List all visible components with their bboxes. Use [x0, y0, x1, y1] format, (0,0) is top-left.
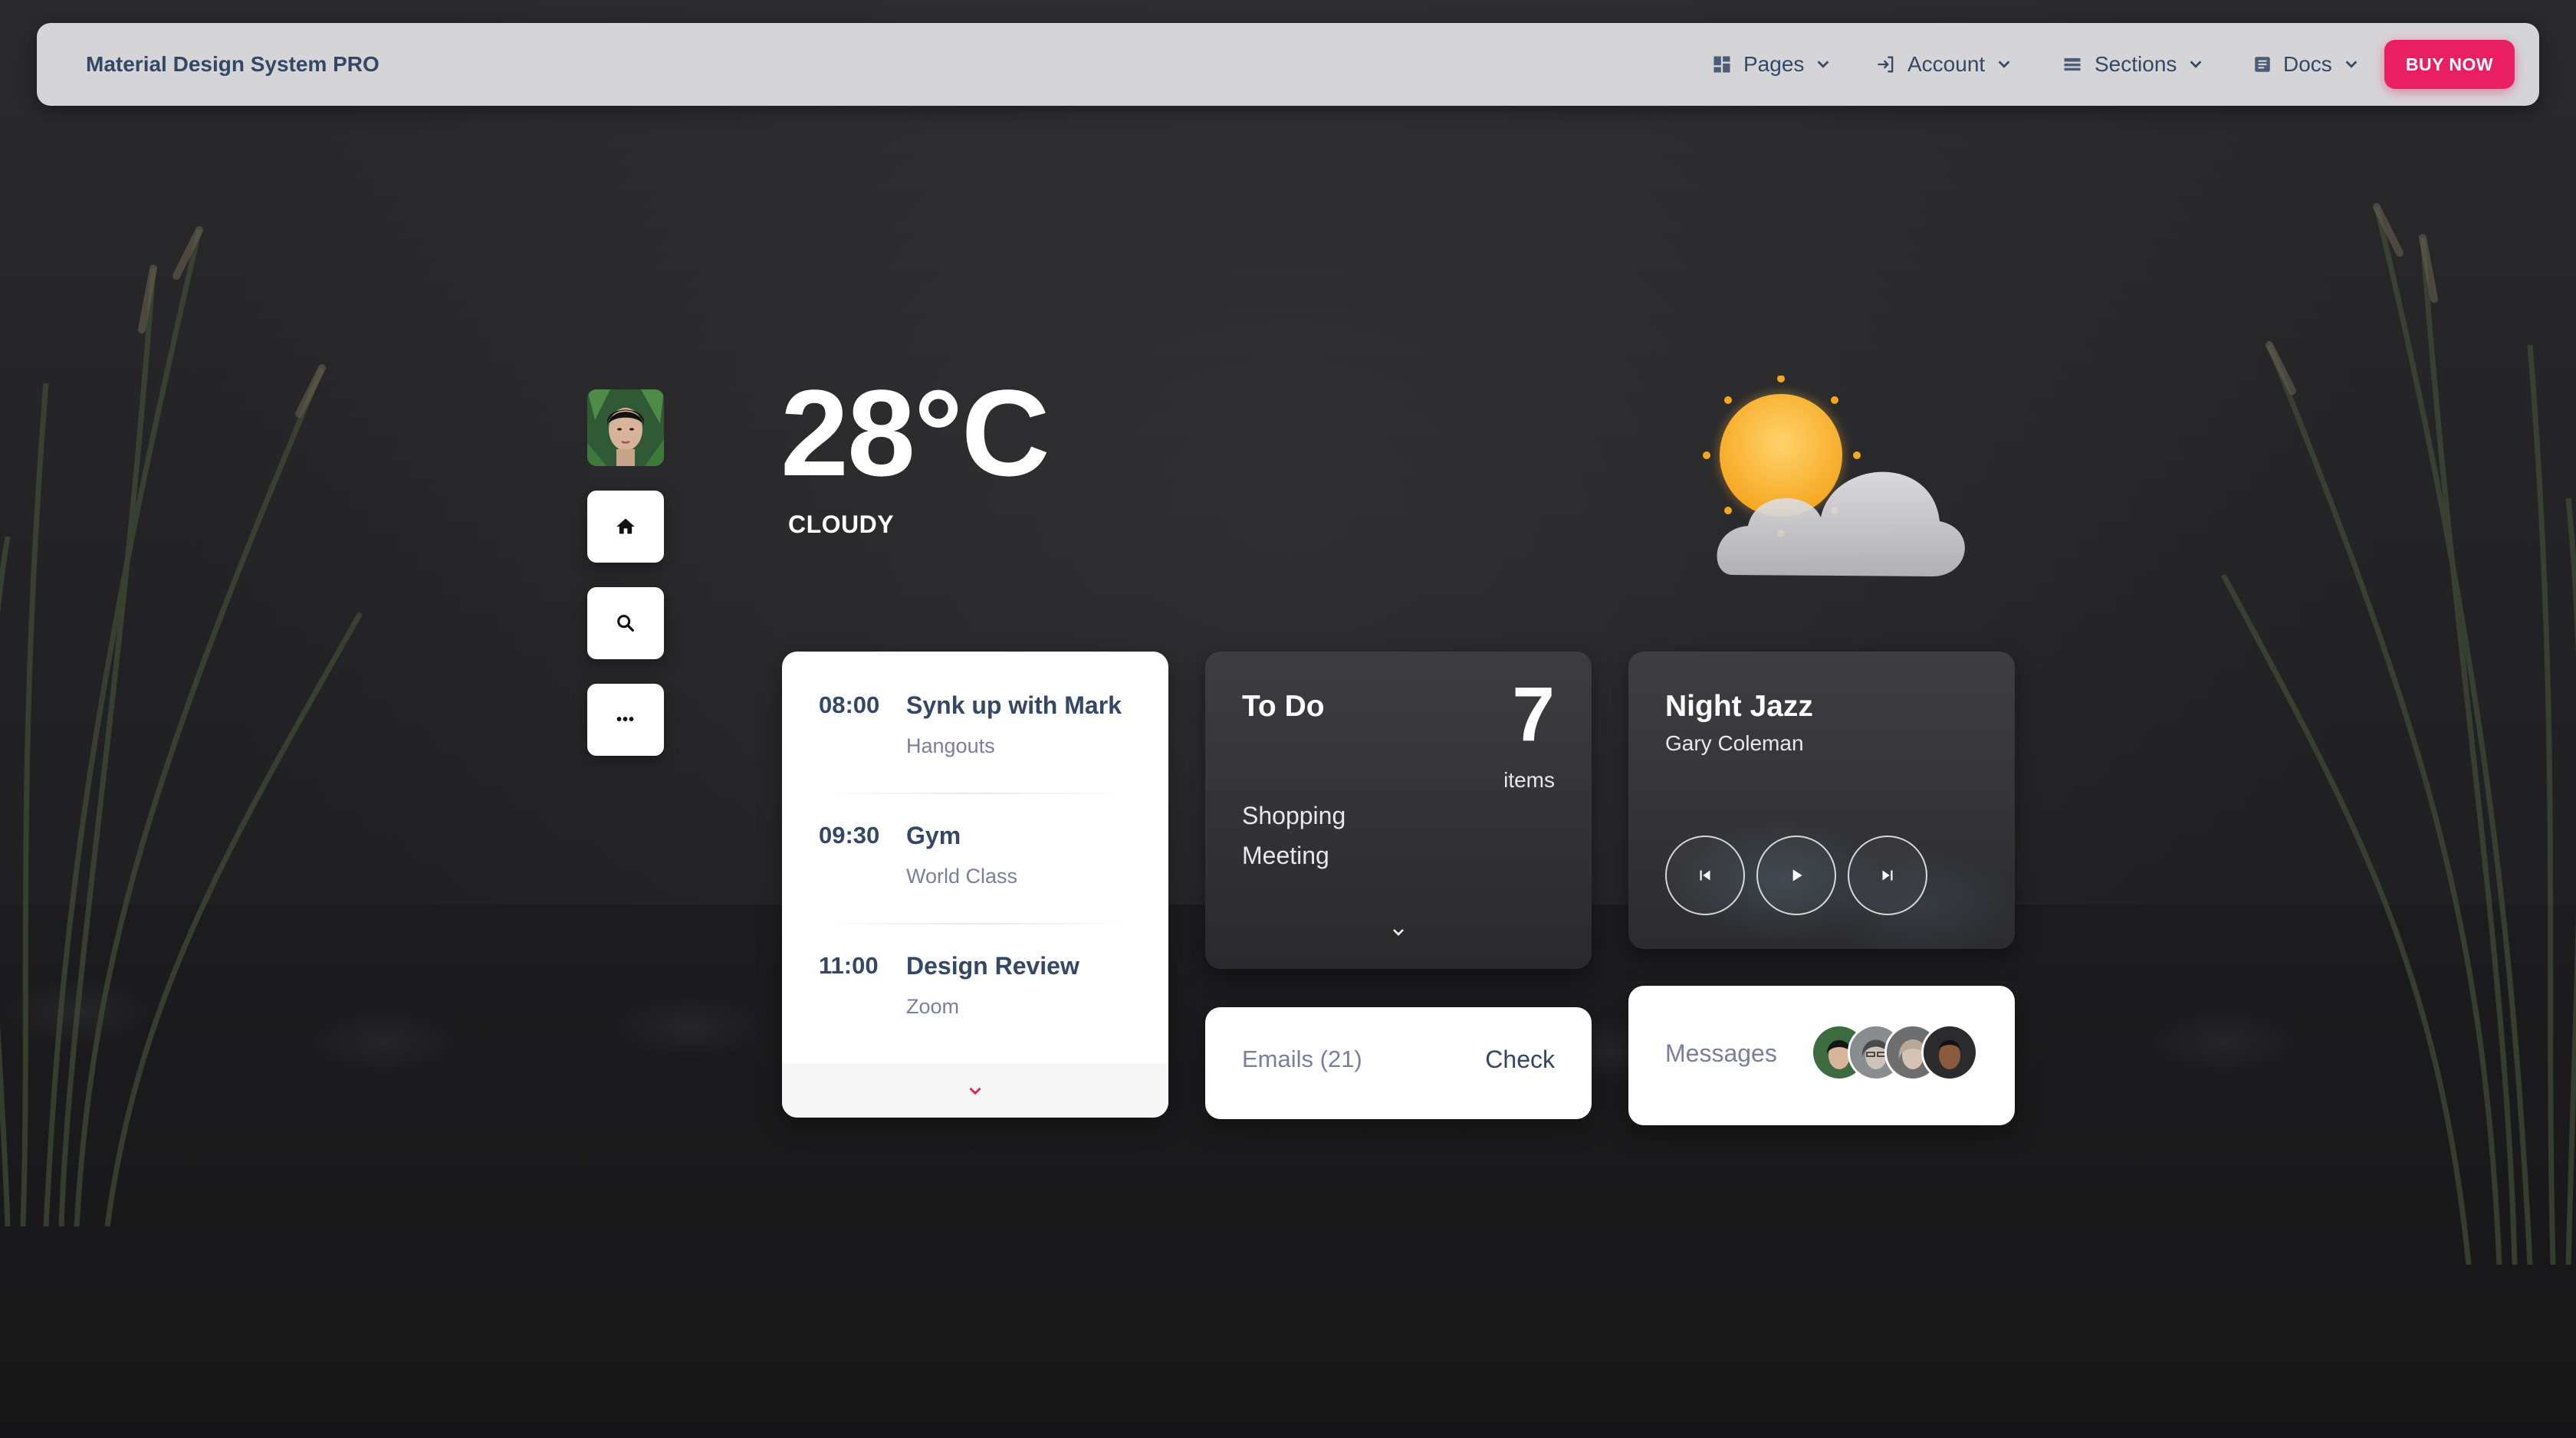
article-icon — [2255, 57, 2270, 72]
chevron-down-icon — [1998, 61, 2010, 68]
avatar-image — [587, 389, 664, 466]
view-list-icon — [2064, 57, 2081, 71]
buy-now-button[interactable]: BUY NOW — [2384, 40, 2515, 89]
emails-label: Emails (21) — [1242, 1046, 1362, 1072]
brand-title[interactable]: Material Design System PRO — [86, 23, 380, 106]
nav-docs[interactable]: Docs — [2252, 23, 2360, 106]
play-icon — [1792, 869, 1802, 882]
todo-unit: items — [1503, 768, 1555, 792]
partly-cloudy-icon — [1703, 376, 1965, 576]
background-plant-right — [2220, 203, 2576, 1265]
nav-pages[interactable]: Pages — [1711, 23, 1832, 106]
messages-card[interactable]: Messages — [1628, 986, 2015, 1125]
todo-item[interactable]: Shopping — [1242, 802, 1346, 830]
schedule-title: Synk up with Mark — [906, 691, 1122, 719]
previous-track-button[interactable] — [1665, 836, 1745, 915]
track-title: Night Jazz — [1665, 690, 1813, 723]
navbar: Material Design System PRO Pages Account… — [37, 23, 2539, 106]
schedule-time: 08:00 — [819, 691, 880, 718]
nav-docs-label: Docs — [2283, 52, 2332, 76]
schedule-item[interactable]: 09:30 Gym World Class — [819, 782, 1132, 912]
schedule-expand-button[interactable] — [782, 1064, 1168, 1118]
nav-account[interactable]: Account — [1875, 23, 2013, 106]
schedule-time: 11:00 — [819, 952, 879, 979]
play-button[interactable] — [1756, 836, 1836, 915]
schedule-item[interactable]: 08:00 Synk up with Mark Hangouts — [819, 652, 1132, 782]
schedule-subtitle: World Class — [906, 865, 1018, 888]
home-button[interactable] — [587, 491, 664, 563]
nav-account-label: Account — [1907, 52, 1986, 76]
todo-card[interactable]: To Do 7 items Shopping Meeting — [1205, 652, 1592, 969]
messages-label: Messages — [1665, 1039, 1777, 1067]
chevron-down-icon — [2190, 61, 2202, 68]
schedule-time: 09:30 — [819, 822, 880, 849]
skip-next-icon — [1882, 870, 1893, 881]
nav-pages-label: Pages — [1743, 52, 1805, 76]
search-button[interactable] — [587, 587, 664, 659]
avatar[interactable] — [587, 389, 664, 466]
todo-count: 7 — [1512, 671, 1555, 757]
schedule-card: 08:00 Synk up with Mark Hangouts 09:30 G… — [782, 652, 1168, 1118]
avatar[interactable] — [1921, 1024, 1978, 1081]
music-player-card: Night Jazz Gary Coleman — [1628, 652, 2015, 949]
schedule-title: Design Review — [906, 952, 1079, 980]
avatar-image — [1924, 1026, 1976, 1078]
chevron-down-icon — [1393, 929, 1404, 936]
todo-item[interactable]: Meeting — [1242, 842, 1329, 870]
more-button[interactable]: ••• — [587, 684, 664, 756]
nav-sections-label: Sections — [2095, 52, 2177, 76]
todo-title: To Do — [1242, 690, 1325, 723]
emails-check-button[interactable]: Check — [1485, 1046, 1555, 1074]
login-icon — [1878, 56, 1894, 73]
more-horizontal-icon: ••• — [616, 711, 635, 728]
dashboard-icon — [1714, 56, 1730, 73]
track-artist: Gary Coleman — [1665, 731, 1804, 755]
skip-previous-icon — [1700, 870, 1710, 881]
chevron-down-icon — [1818, 61, 1829, 68]
next-track-button[interactable] — [1848, 836, 1927, 915]
home-icon — [616, 518, 635, 534]
temperature-value: 28°C — [780, 364, 1050, 501]
emails-card: Emails (21) Check — [1205, 1007, 1592, 1119]
background-plant-left — [0, 226, 363, 1226]
chevron-down-icon — [2345, 61, 2358, 68]
schedule-item[interactable]: 11:00 Design Review Zoom — [819, 912, 1132, 1042]
weather-condition: CLOUDY — [788, 511, 895, 538]
schedule-title: Gym — [906, 822, 961, 849]
todo-expand-button[interactable] — [1386, 920, 1411, 944]
nav-sections[interactable]: Sections — [2061, 23, 2204, 106]
search-icon — [617, 615, 634, 632]
schedule-subtitle: Hangouts — [906, 734, 995, 757]
schedule-subtitle: Zoom — [906, 995, 960, 1018]
chevron-down-icon — [969, 1087, 981, 1095]
